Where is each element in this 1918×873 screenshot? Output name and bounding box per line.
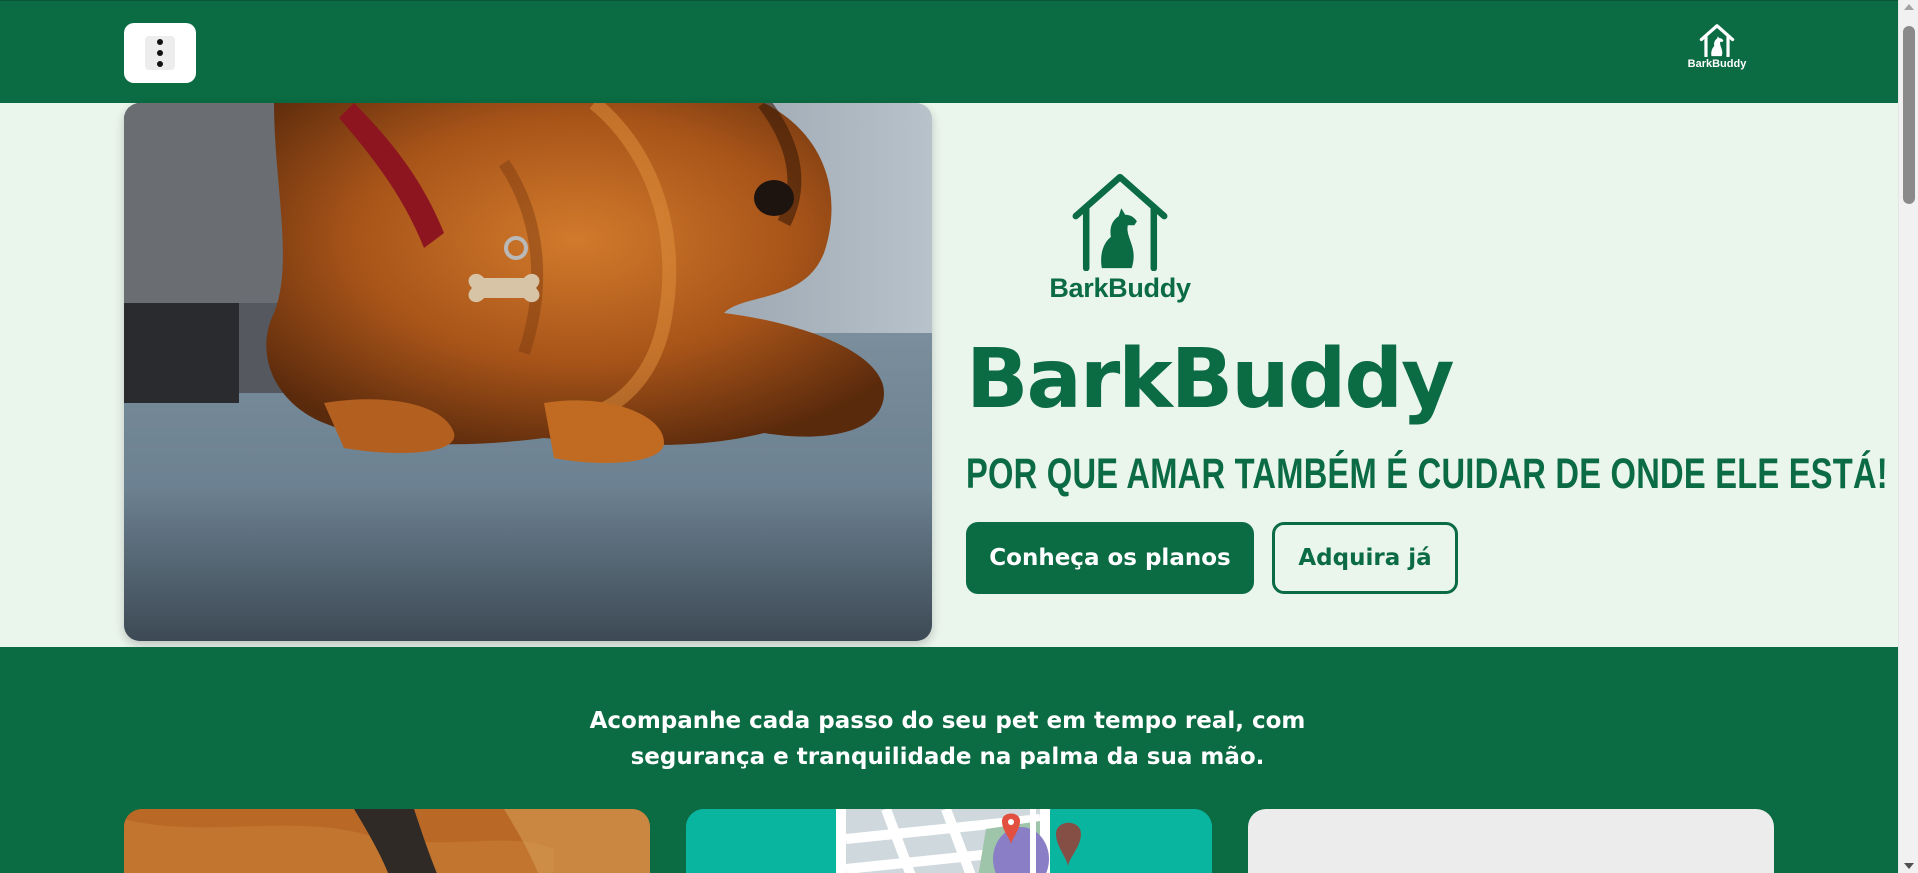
dog-house-icon (1072, 173, 1168, 271)
scroll-up-arrow-icon[interactable] (1904, 4, 1914, 10)
brand-logo-text: BarkBuddy (1049, 273, 1191, 303)
plans-button[interactable]: Conheça os planos (966, 522, 1254, 594)
page-scrollbar[interactable] (1898, 0, 1918, 873)
menu-button[interactable] (124, 23, 196, 83)
feature-card-placeholder[interactable] (1248, 809, 1774, 873)
map-location-pin-illustration (686, 809, 1212, 873)
header-logo[interactable]: BarkBuddy (1682, 23, 1752, 77)
hero-section: BarkBuddy BarkBuddy POR QUE AMAR TAMBÉM … (0, 103, 1898, 647)
more-vertical-icon (145, 36, 175, 70)
dog-house-icon (1699, 24, 1735, 57)
buy-now-button[interactable]: Adquira já (1272, 522, 1458, 594)
feature-card-map[interactable] (686, 809, 1212, 873)
hero-content: BarkBuddy BarkBuddy POR QUE AMAR TAMBÉM … (966, 103, 1888, 647)
brand-logo: BarkBuddy (1044, 169, 1196, 311)
header-logo-text: BarkBuddy (1687, 58, 1747, 70)
scroll-down-arrow-icon[interactable] (1904, 863, 1914, 869)
dog-fur-collar-photo (124, 809, 650, 873)
features-section: Acompanhe cada passo do seu pet em tempo… (0, 647, 1898, 873)
hero-dog-photo (124, 103, 932, 641)
hero-title: BarkBuddy (966, 332, 1455, 427)
scrollbar-thumb[interactable] (1903, 26, 1915, 204)
hero-tagline: POR QUE AMAR TAMBÉM É CUIDAR DE ONDE ELE… (966, 450, 1888, 498)
top-navbar: BarkBuddy (0, 0, 1898, 103)
feature-card-photo[interactable] (124, 809, 650, 873)
features-intro-text: Acompanhe cada passo do seu pet em tempo… (589, 708, 1306, 770)
